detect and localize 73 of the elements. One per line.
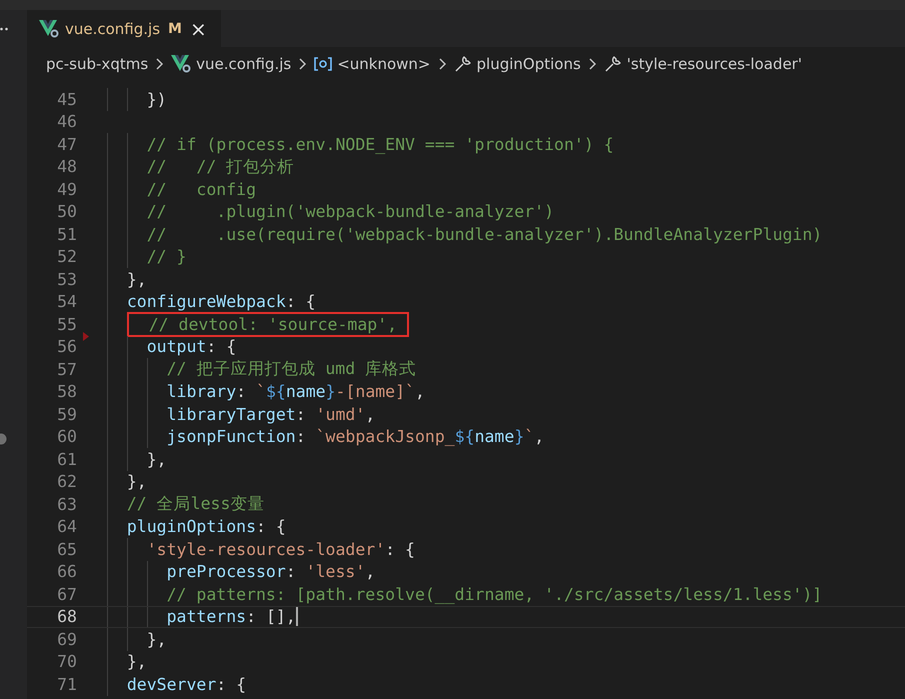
line-number: 56 (56, 337, 77, 356)
line-number: 68 (56, 607, 77, 626)
breadcrumb-item[interactable]: <unknown> (337, 54, 430, 72)
code-line: }, (126, 652, 147, 672)
close-button[interactable]: × (188, 18, 209, 38)
wrench-icon (454, 54, 472, 72)
code-line: libraryTarget: 'umd', (166, 404, 376, 424)
line-number: 67 (56, 584, 77, 604)
breadcrumb-item[interactable]: pluginOptions (476, 54, 581, 72)
vue-file-icon (171, 54, 192, 72)
breadcrumb-item[interactable]: vue.config.js (196, 54, 292, 72)
code-comment: // config (146, 180, 256, 199)
line-number: 54 (56, 292, 77, 312)
code-comment: // 把子应用打包成 umd 库格式 (166, 358, 416, 380)
chevron-icon (438, 58, 446, 70)
code-line: }, (146, 450, 167, 469)
line-number: 53 (56, 270, 77, 289)
line-number: 61 (56, 450, 77, 469)
code-comment: // patterns: [path.resolve(__dirname, './src/assets/less/1.less')] (166, 584, 822, 604)
line-number: 70 (56, 652, 77, 672)
code-line: }, (126, 270, 147, 289)
code-comment: // } (146, 247, 186, 266)
line-number: 52 (56, 247, 77, 266)
code-comment: // 全局less变量 (126, 493, 264, 516)
chevron-icon (588, 58, 597, 70)
code-line: preProcessor: 'less', (166, 562, 376, 582)
line-number: 45 (56, 90, 77, 109)
breadcrumb-item[interactable]: pc-sub-xqtms (46, 54, 148, 72)
line-number: 58 (56, 382, 77, 402)
line-number: 69 (56, 630, 77, 649)
code-line: library: `${name}-[name]`, (166, 382, 425, 402)
text-cursor (296, 607, 298, 626)
code-line: output: { (146, 337, 236, 356)
wrench-icon (604, 54, 622, 72)
code-comment: // devtool: 'source-map', (148, 314, 398, 334)
code-line: pluginOptions: { (126, 517, 286, 536)
line-number: 71 (56, 674, 77, 694)
code-comment: // .plugin('webpack-bundle-analyzer') (146, 202, 554, 222)
chevron-icon (298, 58, 308, 70)
line-number: 47 (56, 134, 77, 154)
line-number: 50 (56, 202, 77, 222)
line-number: 66 (56, 562, 77, 582)
more-icon[interactable] (0, 27, 9, 31)
editor-tab[interactable]: vue.config.js M × (27, 10, 221, 47)
symbol-icon (314, 56, 332, 70)
code-comment: // .use(require('webpack-bundle-analyzer').BundleAnalyzerPlugin) (146, 224, 822, 244)
code-line: configureWebpack: { (126, 292, 316, 312)
line-number: 57 (56, 360, 77, 379)
line-number: 48 (56, 157, 77, 176)
code-line: patterns: [], (166, 607, 296, 626)
line-number: 51 (56, 224, 77, 244)
line-number: 65 (56, 540, 77, 559)
code-line: 'style-resources-loader': { (146, 540, 415, 559)
code-line: }, (146, 630, 167, 649)
modified-status-label: M (168, 20, 182, 36)
code-line: jsonpFunction: `webpackJsonp_${name}`, (166, 427, 544, 446)
line-number: 59 (56, 404, 77, 424)
line-number: 55 (56, 314, 77, 334)
code-line: }, (126, 472, 147, 492)
code-comment: // if (process.env.NODE_ENV === 'production') { (146, 134, 614, 154)
code-line: }) (146, 90, 167, 109)
breadcrumb-item[interactable]: 'style-resources-loader' (626, 54, 802, 72)
line-number: 60 (56, 427, 77, 446)
vue-file-icon (39, 20, 59, 38)
line-number: 46 (56, 112, 77, 132)
code-line: devServer: { (126, 674, 246, 694)
line-number: 49 (56, 180, 77, 199)
line-number: 64 (56, 517, 77, 536)
line-number: 62 (56, 472, 77, 492)
code-comment: // // 打包分析 (146, 156, 294, 178)
chevron-icon (155, 58, 164, 70)
line-number: 63 (56, 494, 77, 514)
tab-filename: vue.config.js (65, 20, 160, 38)
